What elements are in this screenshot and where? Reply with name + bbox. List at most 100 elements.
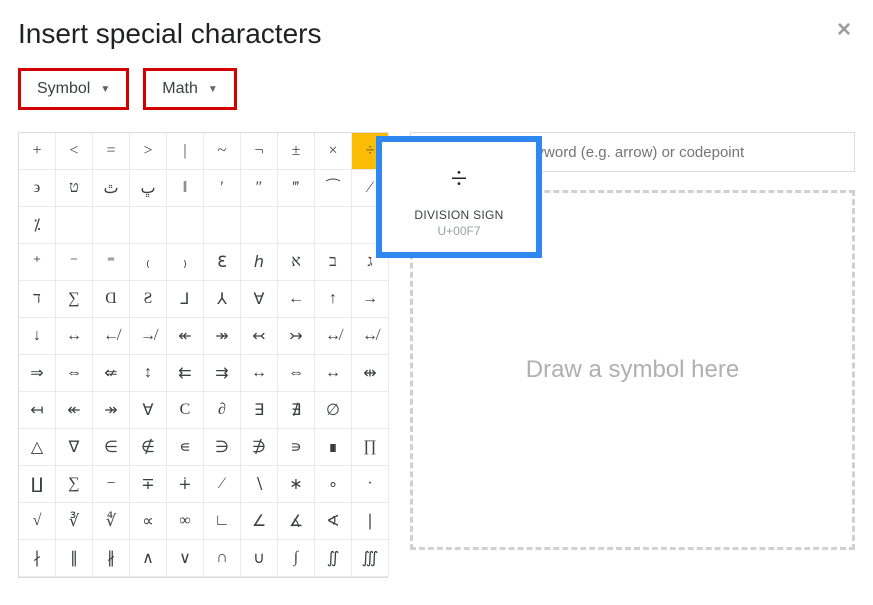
char-cell[interactable]: ↞ [167,318,204,355]
char-cell[interactable]: ∡ [278,503,315,540]
char-cell[interactable]: ∓ [130,466,167,503]
char-cell[interactable]: + [19,133,56,170]
char-cell[interactable]: ב [315,244,352,281]
char-cell[interactable]: ↛ [130,318,167,355]
char-cell[interactable]: ⇔ [278,355,315,392]
char-cell[interactable]: ∏ [352,429,389,466]
char-cell[interactable] [56,207,93,244]
char-cell[interactable]: − [93,466,130,503]
char-cell[interactable] [241,207,278,244]
char-cell[interactable]: | [167,133,204,170]
char-cell[interactable]: ← [278,281,315,318]
char-cell[interactable]: ↠ [204,318,241,355]
char-cell[interactable]: ∂ [204,392,241,429]
char-cell[interactable]: ₍ [130,244,167,281]
char-cell[interactable]: ↚ [93,318,130,355]
char-cell[interactable]: ∐ [19,466,56,503]
char-cell[interactable]: ⇹ [352,355,389,392]
char-cell[interactable]: ⁒ [19,207,56,244]
char-cell[interactable]: ↑ [315,281,352,318]
char-cell[interactable]: ∪ [241,540,278,577]
char-cell[interactable]: ∔ [167,466,204,503]
char-cell[interactable]: ↤ [19,392,56,429]
char-cell[interactable]: ~ [204,133,241,170]
char-cell[interactable]: ℎ [241,244,278,281]
char-cell[interactable]: ڀ [130,170,167,207]
char-cell[interactable]: ± [278,133,315,170]
char-cell[interactable]: Ɑ [93,281,130,318]
char-cell[interactable]: ‴ [278,170,315,207]
char-cell[interactable]: ∫ [278,540,315,577]
char-cell[interactable]: ↠ [93,392,130,429]
char-cell[interactable] [130,207,167,244]
char-cell[interactable]: Ƨ [130,281,167,318]
char-cell[interactable]: ∢ [315,503,352,540]
char-cell[interactable]: ⇉ [204,355,241,392]
char-cell[interactable]: ∣ [352,503,389,540]
char-cell[interactable]: ↓ [19,318,56,355]
char-cell[interactable]: ∭ [352,540,389,577]
char-cell[interactable]: ∩ [204,540,241,577]
char-cell[interactable]: ∄ [278,392,315,429]
char-cell[interactable]: ⇍ [93,355,130,392]
char-cell[interactable]: × [315,133,352,170]
char-cell[interactable]: ↕ [130,355,167,392]
char-cell[interactable]: ⁀ [315,170,352,207]
char-cell[interactable]: C [167,392,204,429]
char-cell[interactable]: ⅃ [167,281,204,318]
char-cell[interactable]: ∇ [56,429,93,466]
char-cell[interactable]: ∑ [56,466,93,503]
char-cell[interactable]: ₎ [167,244,204,281]
char-cell[interactable]: ∥ [56,540,93,577]
char-cell[interactable]: = [93,133,130,170]
char-cell[interactable] [352,392,389,429]
char-cell[interactable]: ∕ [204,466,241,503]
subcategory-dropdown[interactable]: Math ▼ [143,68,236,110]
char-cell[interactable]: ∎ [315,429,352,466]
char-cell[interactable]: ↢ [241,318,278,355]
char-cell[interactable]: > [130,133,167,170]
char-cell[interactable]: ∝ [130,503,167,540]
category-dropdown[interactable]: Symbol ▼ [18,68,129,110]
char-cell[interactable]: ϶ [19,170,56,207]
char-cell[interactable] [315,207,352,244]
char-cell[interactable]: ∅ [315,392,352,429]
char-cell[interactable] [167,207,204,244]
char-cell[interactable]: ⇇ [167,355,204,392]
char-cell[interactable]: ∬ [315,540,352,577]
char-cell[interactable] [278,207,315,244]
char-cell[interactable]: ∍ [278,429,315,466]
char-cell[interactable]: √ [19,503,56,540]
char-cell[interactable]: ∊ [167,429,204,466]
char-cell[interactable] [204,207,241,244]
char-cell[interactable]: → [352,281,389,318]
char-cell[interactable]: ٿ [93,170,130,207]
char-cell[interactable]: ∛ [56,503,93,540]
char-cell[interactable]: ∋ [204,429,241,466]
char-cell[interactable]: ↮ [352,318,389,355]
char-cell[interactable]: ∟ [204,503,241,540]
char-cell[interactable]: ¬ [241,133,278,170]
char-cell[interactable]: ⁻ [56,244,93,281]
char-cell[interactable]: ⇔ [56,355,93,392]
char-cell[interactable]: ∙ [352,466,389,503]
char-cell[interactable]: ∠ [241,503,278,540]
char-cell[interactable]: ‖ [167,170,204,207]
char-cell[interactable]: ↣ [278,318,315,355]
char-cell[interactable]: ∃ [241,392,278,429]
char-cell[interactable]: ℇ [204,244,241,281]
char-cell[interactable]: ∖ [241,466,278,503]
char-cell[interactable]: ↔ [241,355,278,392]
char-cell[interactable]: ∘ [315,466,352,503]
char-cell[interactable]: < [56,133,93,170]
char-cell[interactable]: ∗ [278,466,315,503]
char-cell[interactable]: ⁼ [93,244,130,281]
char-cell[interactable]: ″ [241,170,278,207]
char-cell[interactable]: ∧ [130,540,167,577]
char-cell[interactable]: ↮ [315,318,352,355]
char-cell[interactable]: ∉ [130,429,167,466]
char-cell[interactable]: א [278,244,315,281]
char-cell[interactable]: ∦ [93,540,130,577]
char-cell[interactable]: ∞ [167,503,204,540]
char-cell[interactable]: ∀ [130,392,167,429]
